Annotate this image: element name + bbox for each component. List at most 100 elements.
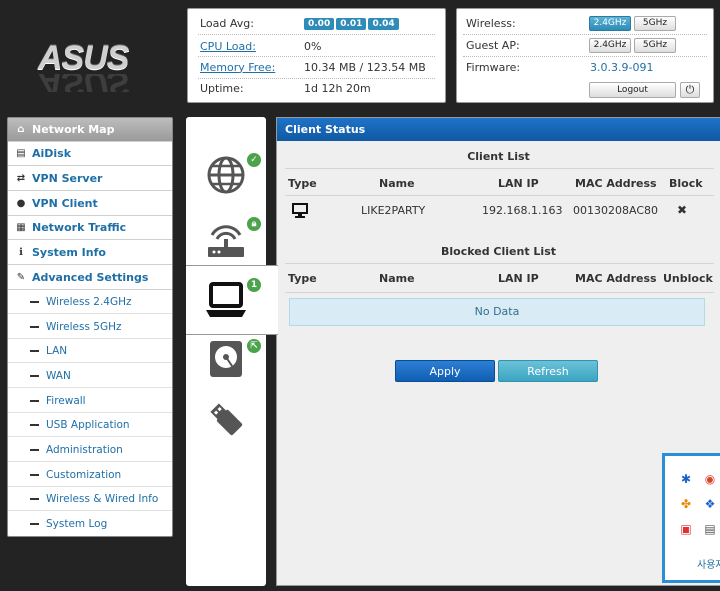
sidebar-item-label: AiDisk [32,147,72,160]
load-avg-5: 0.01 [336,18,367,30]
sidebar-item-label: Advanced Settings [32,271,149,284]
sidebar-sub-system-log[interactable]: System Log [8,512,172,536]
system-status-box: Load Avg: 0.00 0.01 0.04 CPU Load: 0% Memo… [187,8,446,103]
panel-title: Client Status [277,118,720,141]
sidebar-sub-customization[interactable]: Customization [8,463,172,487]
sidebar-sub-label: Administration [46,443,123,456]
dropbox-icon[interactable]: ❖ [703,497,717,511]
sidebar-sub-firewall[interactable]: Firewall [8,389,172,413]
guest-5ghz-button[interactable]: 5GHz [634,38,676,53]
col-mac: MAC Address [575,177,657,190]
vpn-icon: ⇄ [16,172,26,184]
sidebar-sub-wireless-5ghz[interactable]: Wireless 5GHz [8,315,172,339]
sidebar-sub-label: Wireless 5GHz [46,320,122,333]
globe-icon: ● [16,197,26,209]
asus-logo-reflection: ASUS [38,74,148,92]
col-lan-ip: LAN IP [498,272,539,285]
guest-24ghz-button[interactable]: 2.4GHz [589,38,631,53]
sidebar-item-vpn-client[interactable]: ● VPN Client [8,192,172,216]
chrome-icon[interactable]: ◉ [703,472,717,486]
disk-icon: ▤ [16,147,26,159]
internet-status-slot[interactable]: ✓ [186,139,266,209]
sidebar-sub-wireless-wired-info[interactable]: Wireless & Wired Info [8,487,172,511]
traffic-icon: ▦ [16,221,26,233]
logout-button[interactable]: Logout [589,82,676,98]
globe-icon [207,156,245,194]
bluetooth-icon[interactable]: ✱ [679,472,693,486]
clients-count-badge: 1 [247,278,261,292]
usb-status-slot[interactable] [186,403,266,475]
refresh-button[interactable]: Refresh [498,360,598,382]
col-type: Type [288,272,317,285]
sidebar-sub-label: Wireless & Wired Info [46,492,159,505]
memory-free-value: 10.34 MB / 123.54 MB [304,60,426,74]
sidebar-item-network-map[interactable]: ⌂ Network Map [8,118,172,142]
apply-button[interactable]: Apply [395,360,495,382]
router-icon [208,225,244,257]
sidebar-sub-label: LAN [46,344,68,357]
sidebar-sub-usb-application[interactable]: USB Application [8,413,172,437]
sidebar-sub-lan[interactable]: LAN [8,339,172,363]
sidebar-item-vpn-server[interactable]: ⇄ VPN Server [8,167,172,191]
sidebar-item-aidisk[interactable]: ▤ AiDisk [8,142,172,166]
hard-disk-icon [210,341,242,377]
client-mac-link[interactable]: 00130208AC80 [573,204,658,217]
sidebar-item-advanced-settings[interactable]: ✎ Advanced Settings [8,266,172,290]
client-name: LIKE2PARTY [361,204,426,217]
firmware-version-link[interactable]: 3.0.3.9-091 [590,61,653,74]
sidebar-sub-label: Wireless 2.4GHz [46,295,132,308]
sidebar-item-label: VPN Client [32,197,98,210]
sidebar-sub-label: WAN [46,369,71,382]
cpu-load-value: 0% [304,39,322,53]
uptime-value: 1d 12h 20m [304,81,371,95]
clients-status-slot[interactable]: 1 [186,265,278,335]
memory-free-link[interactable]: Memory Free: [200,61,275,74]
sidebar-sub-wan[interactable]: WAN [8,364,172,388]
sidebar-sub-label: Firewall [46,394,86,407]
sidebar-item-system-info[interactable]: ℹ System Info [8,241,172,265]
blocked-list-title: Blocked Client List [441,245,556,258]
usb-disk-status-slot[interactable]: ⇱ [186,335,266,405]
eject-icon: ⇱ [247,339,261,353]
load-avg-values: 0.00 0.01 0.04 [304,16,401,30]
col-name: Name [379,272,415,285]
power-icon: ⏻ [685,83,695,96]
sidebar-sub-label: System Log [46,518,108,530]
home-icon: ⌂ [17,123,25,135]
sidebar-item-label: Network Traffic [32,221,127,234]
guest-ap-label: Guest AP: [466,38,520,52]
wireless-24ghz-button[interactable]: 2.4GHz [589,16,631,31]
tray-customize-link[interactable]: 사용자 [697,556,720,571]
desktop-icon [292,203,308,218]
printer-icon[interactable]: ▤ [703,522,717,536]
col-block: Block [669,177,703,190]
block-client-button[interactable]: ✖ [677,203,687,217]
col-mac: MAC Address [575,272,657,285]
sidebar-item-label: VPN Server [32,172,103,185]
col-unblock: Unblock [663,272,713,285]
wireless-status-box: Wireless: 2.4GHz 5GHz Guest AP: 2.4GHz 5… [456,8,714,103]
load-avg-15: 0.04 [368,18,399,30]
col-lan-ip: LAN IP [498,177,539,190]
sidebar-item-network-traffic[interactable]: ▦ Network Traffic [8,216,172,240]
check-icon: ✓ [247,153,261,167]
sidebar-menu: ⌂ Network Map ▤ AiDisk ⇄ VPN Server ● VP… [7,117,173,537]
pinwheel-icon[interactable]: ✤ [679,497,693,511]
lock-icon: 🔒︎ [247,217,261,231]
laptop-icon [206,282,246,317]
client-status-panel: Client Status Client List Type Name LAN … [276,117,720,586]
cpu-load-link[interactable]: CPU Load: [200,40,256,53]
sidebar-sub-wireless-24ghz[interactable]: Wireless 2.4GHz [8,290,172,314]
sidebar-item-label: Network Map [32,123,115,136]
app-icon[interactable]: ▣ [679,522,693,536]
network-map-icon-column: ✓ 🔒︎ 1 ⇱ [186,117,278,586]
client-ip: 192.168.1.163 [482,204,563,217]
system-tray-popup: ✱ ◉ ✤ ❖ ▣ ▤ 사용자 [662,453,720,583]
col-name: Name [379,177,415,190]
info-icon: ℹ [19,246,23,258]
wireless-5ghz-button[interactable]: 5GHz [634,16,676,31]
sidebar-sub-administration[interactable]: Administration [8,438,172,462]
no-data-message: No Data [289,298,705,326]
sidebar-item-label: System Info [32,246,106,259]
power-button[interactable]: ⏻ [680,82,700,98]
